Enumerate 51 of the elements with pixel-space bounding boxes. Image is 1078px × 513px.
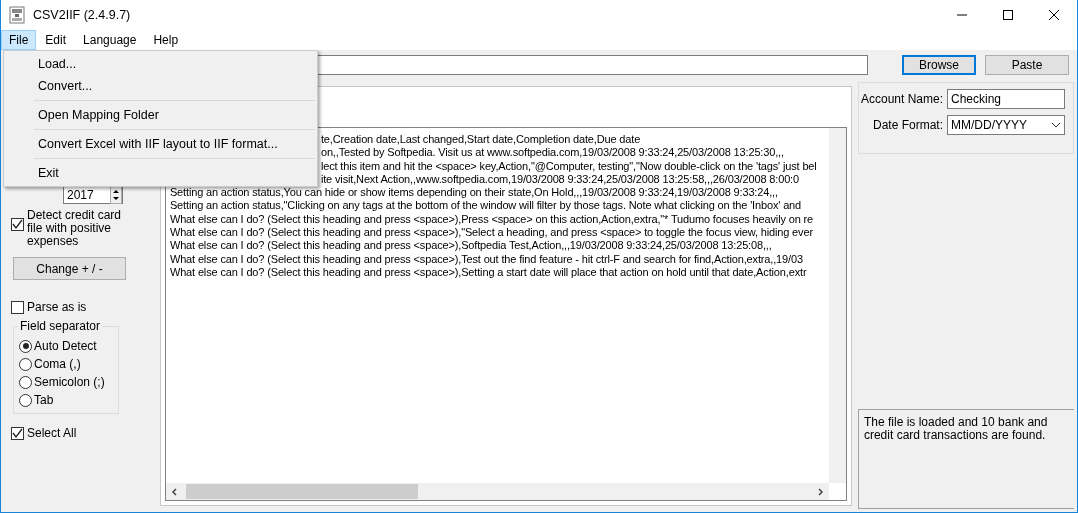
spin-arrows-icon[interactable] (110, 186, 122, 204)
checkbox[interactable] (11, 218, 24, 231)
menu-item[interactable]: Help (145, 30, 187, 50)
change-sign-button[interactable]: Change + / - (13, 257, 126, 280)
checkbox[interactable] (11, 300, 24, 314)
csv-line: What else can I do? (Select this heading and press <space>),Press <space> on this action,Action,extra,"* Tudumo focuses heavily on re (169, 212, 815, 227)
menu-option[interactable]: Load... (4, 53, 317, 75)
paste-button[interactable]: Paste (985, 55, 1069, 75)
checkbox-label: Parse as is (27, 300, 87, 314)
radio-label: Auto Detect (34, 339, 97, 353)
csv-line: What else can I do? (Select this heading and press <space>),"Select a heading, and press <space> to toggle the focus view, hiding ever (169, 226, 814, 240)
csv-line: Setting an action status,You can hide or show items depending on their state,On Hold,,,19/03/2008 9:33:24,19/03/2008 9:33:24,,, (169, 186, 779, 200)
csv-line: What else can I do? (Select this heading and press <space>),Setting a start date will place that action on hold until that date,Action,extr (169, 265, 808, 280)
date-format-dropdown[interactable]: MM/DD/YYYY (947, 115, 1065, 135)
checkbox-label: Detect credit card file with positive expenses (27, 209, 123, 248)
csv-line: What else can I do? (Select this heading and press <space>),Softpedia Test,Action,,,19/03/2008 9:33:24,25/03/2008 13:25:08,,, (169, 239, 773, 253)
csv-line: te,Creation date,Last changed,Start date,Completion date,Due date (320, 133, 642, 147)
vertical-scrollbar[interactable] (828, 128, 846, 483)
csv-line: on,,Tested by Softpedia. Visit us at www.softpedia.com,19/03/2008 9:33:24,25/03/2008 13:25:30,,, (320, 146, 785, 160)
group-title: Field separator (18, 319, 103, 333)
account-name-field[interactable]: Checking (947, 89, 1065, 109)
radio-button[interactable] (19, 357, 32, 371)
radio-button[interactable] (19, 339, 32, 353)
menu-item[interactable]: Edit (37, 30, 75, 50)
menu-option[interactable]: Convert Excel with IIF layout to IIF format... (4, 133, 317, 155)
scroll-thumb[interactable] (185, 484, 418, 499)
window-title: CSV2IIF (2.4.9.7) (33, 8, 131, 22)
menu-item[interactable]: File (1, 30, 37, 50)
menu-item[interactable]: Language (75, 30, 145, 50)
csv-line: ite visit,Next Action,,www.softpedia.com,19/03/2008 9:33:24,25/03/2008 13:25:58,,,26/03/2008 8:00:0 (320, 172, 800, 187)
status-message: The file is loaded and 10 bank and credit card transactions are found. (857, 409, 1074, 509)
checkbox[interactable] (11, 426, 24, 440)
menu-option[interactable]: Open Mapping Folder (4, 104, 317, 126)
scroll-left-icon[interactable] (169, 486, 180, 497)
radio-label: Tab (34, 393, 54, 407)
csv-line: What else can I do? (Select this heading and press <space>),Test out the find feature - hit ctrl-F and search for find,Action,extra,,19/03 (169, 252, 804, 266)
csv-line: Setting an action status,"Clicking on any tags at the bottom of the window will filter by those tags. Note what clicking on the 'Inbox' and (169, 199, 803, 213)
chevron-down-icon[interactable] (1051, 122, 1061, 128)
checkbox-label: Select All (27, 426, 77, 440)
browse-button[interactable]: Browse (902, 55, 976, 75)
app-icon (9, 6, 25, 24)
csv-line: lect this item and hit the <space> key,Action,"@Computer, testing","Now double-click on the 'tags' just bel (320, 159, 818, 173)
radio-label: Coma (,) (34, 357, 81, 371)
radio-button[interactable] (19, 393, 32, 407)
menu-option[interactable]: Convert... (4, 75, 317, 97)
field-label: Date Format: (872, 118, 943, 132)
horizontal-scrollbar[interactable] (165, 483, 829, 500)
radio-button[interactable] (19, 375, 32, 389)
field-label: Account Name: (860, 92, 943, 106)
menu-option[interactable]: Exit (4, 162, 317, 184)
radio-label: Semicolon (;) (34, 375, 105, 389)
